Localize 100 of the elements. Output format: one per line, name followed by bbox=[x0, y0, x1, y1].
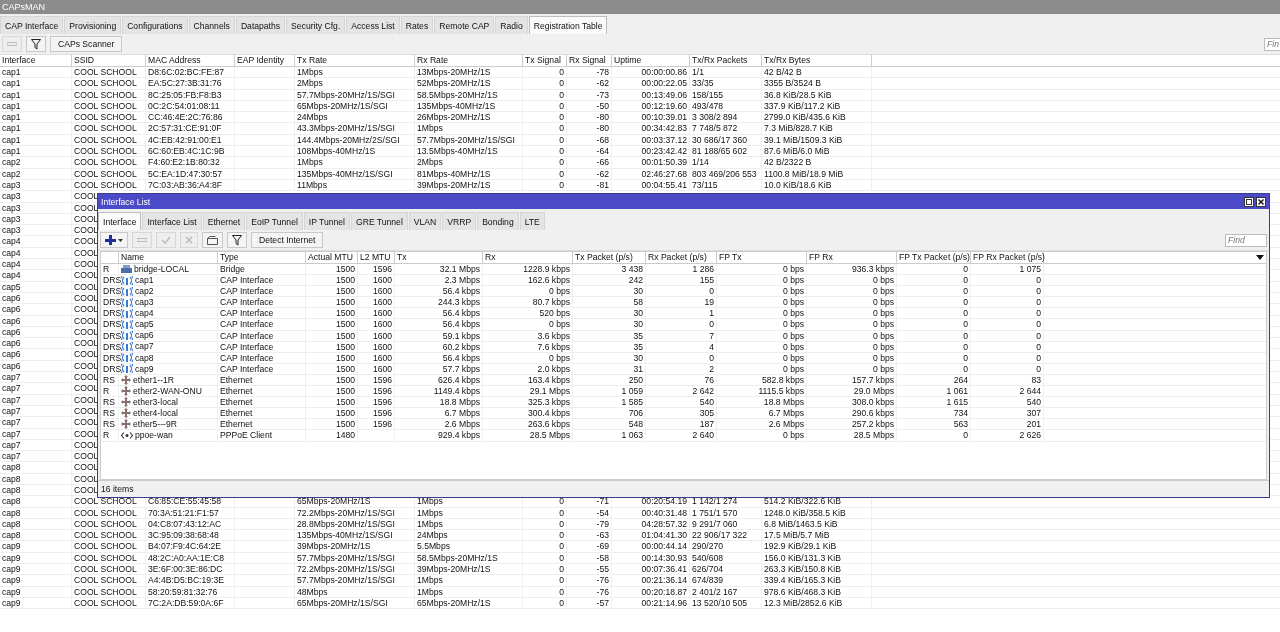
table-cell: 30 bbox=[573, 308, 646, 319]
tab[interactable]: Rates bbox=[400, 16, 434, 34]
tab[interactable]: LTE bbox=[519, 212, 545, 230]
table-cell: 65Mbps-20MHz/1S bbox=[415, 597, 523, 609]
column-header[interactable]: Type bbox=[218, 252, 306, 263]
table-cell: cap6 bbox=[0, 338, 72, 349]
table-cell: 540 bbox=[971, 397, 1044, 408]
table-cell: 0 bps bbox=[717, 430, 807, 441]
table-cell: cap8 bbox=[0, 518, 72, 530]
tab[interactable]: Channels bbox=[188, 16, 235, 34]
tab[interactable]: Remote CAP bbox=[434, 16, 495, 34]
column-header[interactable]: Uptime bbox=[612, 55, 690, 66]
dropdown-arrow-icon[interactable] bbox=[1256, 255, 1264, 260]
tab[interactable]: Datapaths bbox=[235, 16, 286, 34]
table-cell: -76 bbox=[567, 586, 612, 597]
tab[interactable]: Access List bbox=[346, 16, 400, 34]
table-cell: 00:40:31.48 bbox=[612, 507, 690, 518]
find-field[interactable]: Fin bbox=[1264, 37, 1280, 51]
tab[interactable]: Bonding bbox=[477, 212, 519, 230]
table-cell: 1Mbps bbox=[415, 507, 523, 518]
table-cell: 1500 bbox=[306, 397, 358, 408]
column-header[interactable]: Tx Packet (p/s) bbox=[573, 252, 646, 263]
tab[interactable]: Configurations bbox=[122, 16, 188, 34]
table-cell: COOL SCHOOL bbox=[72, 597, 146, 609]
table-cell: 290.6 kbps bbox=[807, 408, 897, 419]
table-cell: 305 bbox=[646, 408, 717, 419]
find-field[interactable]: Find bbox=[1225, 233, 1267, 247]
tab[interactable]: Security Cfg. bbox=[286, 16, 346, 34]
table-cell: 2 bbox=[646, 363, 717, 374]
column-header[interactable]: Rx Rate bbox=[415, 55, 523, 66]
table-cell: 58 bbox=[573, 297, 646, 308]
tab[interactable]: Provisioning bbox=[64, 16, 122, 34]
column-header[interactable]: Interface bbox=[0, 55, 72, 66]
table-cell: 00:12:19.60 bbox=[612, 100, 690, 112]
tab[interactable]: VLAN bbox=[408, 212, 442, 230]
tab[interactable]: Radio bbox=[495, 16, 528, 34]
table-cell: 19 bbox=[646, 297, 717, 308]
table-cell: CAP Interface bbox=[218, 308, 306, 319]
table-cell: 29.0 Mbps bbox=[807, 386, 897, 397]
column-header[interactable]: Rx Signal bbox=[567, 55, 612, 66]
column-header[interactable]: Name bbox=[119, 252, 218, 263]
tab[interactable]: Ethernet bbox=[202, 212, 246, 230]
tab[interactable]: VRRP bbox=[442, 212, 477, 230]
table-cell: cap1 bbox=[0, 67, 72, 78]
tab[interactable]: IP Tunnel bbox=[303, 212, 350, 230]
tab[interactable]: Interface bbox=[98, 212, 142, 230]
column-header[interactable]: SSID bbox=[72, 55, 146, 66]
column-header[interactable]: L2 MTU bbox=[358, 252, 395, 263]
table-cell: 00:07:36.41 bbox=[612, 564, 690, 575]
table-cell: COOL SCHOOL bbox=[72, 518, 146, 530]
table-cell: R bbox=[101, 264, 119, 275]
column-header[interactable]: Rx Packet (p/s) bbox=[646, 252, 717, 263]
column-header[interactable]: Tx Signal bbox=[523, 55, 567, 66]
tab[interactable]: Interface List bbox=[142, 212, 202, 230]
column-header[interactable]: Tx/Rx Packets bbox=[690, 55, 762, 66]
table-cell: 12.3 MiB/2852.6 KiB bbox=[762, 597, 872, 609]
table-cell: 1600 bbox=[358, 275, 395, 286]
table-cell: cap4 bbox=[0, 259, 72, 270]
column-header[interactable]: Tx Rate bbox=[295, 55, 415, 66]
tab[interactable]: Registration Table bbox=[528, 16, 608, 34]
table-cell: 1500 bbox=[306, 264, 358, 275]
column-header[interactable]: FP Tx Packet (p/s) bbox=[897, 252, 971, 263]
column-header[interactable]: FP Rx Packet (p/s) bbox=[971, 252, 1044, 263]
column-header[interactable]: Actual MTU bbox=[306, 252, 358, 263]
tab[interactable]: EoIP Tunnel bbox=[246, 212, 303, 230]
tab[interactable]: CAP Interface bbox=[0, 16, 64, 34]
table-cell: 1 286 bbox=[646, 264, 717, 275]
column-header[interactable]: EAP Identity bbox=[235, 55, 295, 66]
filter-button[interactable] bbox=[227, 232, 247, 248]
add-button[interactable] bbox=[100, 232, 128, 248]
table-cell: 7.3 MiB/828.7 KiB bbox=[762, 123, 872, 134]
column-header[interactable]: FP Tx bbox=[717, 252, 807, 263]
comment-button[interactable] bbox=[202, 232, 223, 248]
table-cell: 0 bbox=[897, 341, 971, 352]
column-header[interactable]: Tx/Rx Bytes bbox=[762, 55, 872, 66]
table-cell: 29.1 Mbps bbox=[483, 386, 573, 397]
filter-button[interactable] bbox=[26, 36, 46, 52]
table-cell: cap5 bbox=[0, 281, 72, 292]
column-header[interactable]: Rx bbox=[483, 252, 573, 263]
table-cell: 0 bbox=[646, 319, 717, 330]
table-cell: COOL SCHOOL bbox=[72, 541, 146, 552]
arrows-icon bbox=[121, 375, 131, 385]
toolbar-button[interactable]: Detect Internet bbox=[251, 232, 324, 248]
tab[interactable]: GRE Tunnel bbox=[351, 212, 408, 230]
table-cell: 626.4 kbps bbox=[395, 374, 483, 386]
table-cell: 00:14:30.93 bbox=[612, 552, 690, 564]
column-header[interactable]: MAC Address bbox=[146, 55, 235, 66]
table-cell: 493/478 bbox=[690, 100, 762, 112]
maximize-icon[interactable] bbox=[1244, 196, 1254, 207]
toolbar-button[interactable]: CAPs Scanner bbox=[50, 36, 123, 52]
table-cell: cap4 bbox=[0, 236, 72, 247]
table-cell: R bbox=[101, 386, 119, 397]
close-icon[interactable] bbox=[1256, 196, 1266, 207]
table-cell: 3355 B/3524 B bbox=[762, 78, 872, 89]
table-cell: 52Mbps-20MHz/1S bbox=[415, 78, 523, 89]
table-cell: 0 bbox=[646, 286, 717, 297]
table-cell: 81 188/65 602 bbox=[690, 146, 762, 157]
column-header[interactable]: Tx bbox=[395, 252, 483, 263]
column-header[interactable]: FP Rx bbox=[807, 252, 897, 263]
table-cell: COOL SCHOOL bbox=[72, 507, 146, 518]
